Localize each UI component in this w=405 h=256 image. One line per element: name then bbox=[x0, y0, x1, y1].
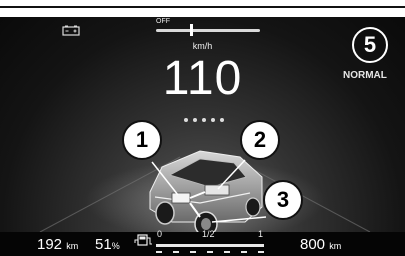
fuel-range-value: 800 bbox=[300, 236, 326, 253]
fuel-tick bbox=[241, 251, 247, 253]
fuel-empty-label: 0 bbox=[157, 229, 163, 239]
fuel-tick bbox=[224, 251, 230, 253]
fuel-tick bbox=[258, 251, 264, 253]
fuel-gauge-track bbox=[156, 244, 264, 247]
fuel-tick bbox=[207, 251, 213, 253]
fuel-gauge: 0 1/2 1 bbox=[156, 229, 268, 255]
fuel-tick bbox=[173, 251, 179, 253]
fuel-tick bbox=[156, 251, 162, 253]
callout-engine: 1 bbox=[122, 120, 162, 160]
instrument-cluster-display: OFF km/h 110 5 NORMAL 1 2 3 bbox=[0, 17, 405, 256]
electric-range-unit: km bbox=[66, 241, 79, 251]
electric-range: 192 km bbox=[37, 236, 78, 253]
battery-charge: 51% bbox=[95, 236, 120, 253]
fuel-tick bbox=[190, 251, 196, 253]
fuel-range: 800 km bbox=[300, 236, 341, 253]
top-border-line bbox=[0, 6, 405, 8]
callout-wheels: 3 bbox=[263, 180, 303, 220]
fuel-range-unit: km bbox=[329, 241, 342, 251]
callout-battery: 2 bbox=[240, 120, 280, 160]
fuel-half-label: 1/2 bbox=[202, 229, 215, 239]
electric-range-value: 192 bbox=[37, 236, 63, 253]
car-energy-flow-illustration bbox=[39, 150, 371, 240]
fuel-pump-icon bbox=[134, 234, 152, 246]
battery-charge-unit: % bbox=[111, 241, 120, 251]
fuel-full-label: 1 bbox=[258, 229, 264, 239]
battery-charge-value: 51 bbox=[95, 236, 112, 253]
